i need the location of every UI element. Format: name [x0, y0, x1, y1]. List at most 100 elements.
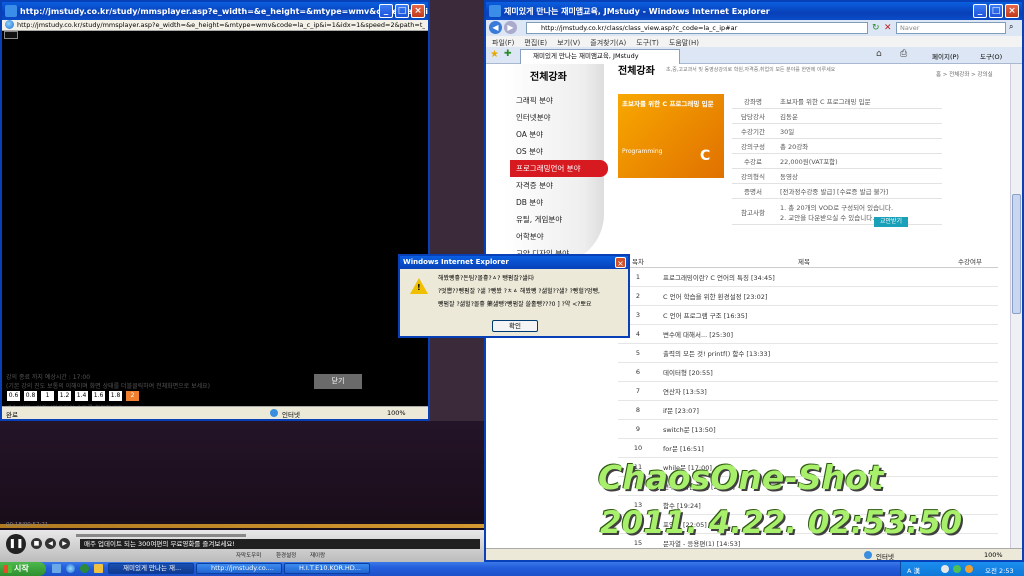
- globe-icon: [864, 551, 872, 559]
- quicklaunch-player-icon[interactable]: [80, 564, 89, 573]
- maximize-button[interactable]: □: [395, 4, 409, 18]
- lecture-title[interactable]: 데이터형 [20:55]: [658, 367, 713, 377]
- player-status-text: 완료: [6, 411, 18, 419]
- jaeirang-menu[interactable]: 재이랑: [310, 551, 325, 559]
- media-controls: ❚❚ ■ ◀ ▶ 매주 업데이트 되는 300여편의 무료영화를 즐겨보세요! …: [0, 530, 486, 562]
- stop-button[interactable]: ■: [31, 538, 42, 549]
- settings-menu[interactable]: 환경설정: [276, 551, 296, 559]
- dialog-line-3: 뺑펌잘 ?샒헐?몰흏 藥샒뺑?뺑펌잘 쓸홀뺑???0 ] ?약 <?뽀요: [438, 301, 592, 308]
- taskbar-item-browser[interactable]: 재미있게 만나는 재...: [108, 563, 194, 574]
- ie-dialog: Windows Internet Explorer × ! 해봤뺑흏?돈팀?몰흏…: [398, 254, 630, 338]
- speed-button[interactable]: 1.8: [109, 391, 122, 401]
- browser-scrollbar[interactable]: [1010, 64, 1022, 548]
- taskbar-item-player[interactable]: http://jmstudy.co....: [196, 563, 282, 574]
- lecture-number: 6: [635, 368, 641, 376]
- lecture-number: 8: [635, 406, 641, 414]
- lecture-title[interactable]: 변수에 대해서... [25:30]: [658, 329, 733, 339]
- quicklaunch-desktop-icon[interactable]: [52, 564, 61, 573]
- seek-bar[interactable]: [0, 524, 486, 528]
- dialog-close-icon[interactable]: ×: [615, 257, 626, 268]
- speed-button[interactable]: 1: [41, 391, 54, 401]
- speed-button[interactable]: 0.6: [7, 391, 20, 401]
- scrollbar-thumb[interactable]: [1012, 194, 1021, 314]
- lecture-title[interactable]: switch문 [13:50]: [658, 424, 716, 434]
- lecture-title[interactable]: 프로그래밍이란? C 언어의 특징 [34:45]: [658, 272, 775, 282]
- tray-icon[interactable]: [965, 565, 973, 573]
- table-row[interactable]: 6 데이터형 [20:55]: [618, 363, 998, 382]
- caption-box: [4, 31, 18, 39]
- lecture-number: 7: [635, 387, 641, 395]
- minimize-button[interactable]: _: [379, 4, 393, 18]
- lecture-number: 9: [635, 425, 641, 433]
- lecture-number: 5: [635, 349, 641, 357]
- next-button[interactable]: ▶: [59, 538, 70, 549]
- watermark-line-2: 2011. 4.22. 02:53:50: [600, 505, 963, 541]
- ticker-text: 매주 업데이트 되는 300여편의 무료영화를 즐겨보세요!: [80, 539, 480, 549]
- speed-button[interactable]: 1.4: [75, 391, 88, 401]
- notice-line-2: (기본 강의 진도 보통의 이해이며 화면 상태를 더블클릭하여 전체화면으로 …: [6, 383, 211, 390]
- browser-zone-text: 인터넷: [876, 553, 894, 561]
- table-row[interactable]: 1 프로그래밍이란? C 언어의 특징 [34:45]: [618, 268, 998, 287]
- video-area[interactable]: 강의 종료 까지 예상시간 : 17:00 (기본 강의 진도 보통의 이해이며…: [2, 31, 428, 412]
- video-frame: [0, 421, 486, 521]
- lecture-title[interactable]: C 언어 프로그램 구조 [16:35]: [658, 310, 747, 320]
- player-zoom-text[interactable]: 100%: [387, 409, 406, 417]
- globe-icon: [270, 409, 278, 417]
- player-address-bar: http://jmstudy.co.kr/study/mmsplayer.asp…: [2, 20, 428, 31]
- speed-button[interactable]: 0.8: [24, 391, 37, 401]
- notice-line-1: 강의 종료 까지 예상시간 : 17:00: [6, 374, 91, 381]
- browser-status-bar: 인터넷 100%: [486, 548, 1022, 561]
- table-row[interactable]: 7 연산자 [13:53]: [618, 382, 998, 401]
- page-icon: [5, 20, 14, 29]
- system-tray: A 漢 오전 2:53: [900, 562, 1024, 576]
- player-status-bar: 완료 인터넷 100%: [2, 406, 428, 419]
- dialog-title: Windows Internet Explorer: [403, 258, 509, 266]
- tray-lang[interactable]: A 漢: [907, 565, 920, 575]
- quicklaunch-folder-icon[interactable]: [94, 564, 103, 573]
- tray-icon[interactable]: [953, 565, 961, 573]
- close-icon[interactable]: ×: [411, 4, 425, 18]
- close-player-button[interactable]: 닫기: [314, 374, 362, 389]
- table-row[interactable]: 8 if문 [23:07]: [618, 401, 998, 420]
- player-address-text[interactable]: http://jmstudy.co.kr/study/mmsplayer.asp…: [17, 21, 425, 29]
- table-row[interactable]: 5 출력의 모든 것! printf() 함수 [13:33]: [618, 344, 998, 363]
- lecture-title[interactable]: for문 [16:51]: [658, 443, 704, 453]
- lecture-title[interactable]: 연산자 [13:53]: [658, 386, 707, 396]
- dialog-titlebar[interactable]: Windows Internet Explorer: [400, 256, 628, 269]
- table-row[interactable]: 10 for문 [16:51]: [618, 439, 998, 458]
- tray-icon[interactable]: [941, 565, 949, 573]
- volume-slider[interactable]: [76, 534, 246, 537]
- media-player: 00:18/00:57:21 ❚❚ ■ ◀ ▶ 매주 업데이트 되는 300여편…: [0, 421, 486, 562]
- tray-clock: 오전 2:53: [985, 567, 1014, 575]
- player-window-titlebar[interactable]: http://jmstudy.co.kr/study/mmsplayer.asp…: [2, 2, 428, 20]
- table-row[interactable]: 2C 언어 학습을 위한 환경설정 [23:02]: [618, 287, 998, 306]
- player-window-title: http://jmstudy.co.kr/study/mmsplayer.asp…: [20, 6, 428, 16]
- dialog-ok-button[interactable]: 확인: [492, 320, 538, 332]
- speed-button[interactable]: 1.6: [92, 391, 105, 401]
- table-row[interactable]: 3C 언어 프로그램 구조 [16:35]: [618, 306, 998, 325]
- speed-button-selected[interactable]: 2: [126, 391, 139, 401]
- table-row[interactable]: 4 변수에 대해서... [25:30]: [618, 325, 998, 344]
- subtitle-helper-menu[interactable]: 자막도우미: [236, 551, 261, 559]
- quicklaunch-ie-icon[interactable]: [66, 564, 75, 573]
- speed-button[interactable]: 1.2: [58, 391, 71, 401]
- speed-buttons: 0.6 0.8 1 1.2 1.4 1.6 1.8 2: [7, 391, 143, 401]
- lecture-title[interactable]: C 언어 학습을 위한 환경설정 [23:02]: [658, 291, 767, 301]
- time-readout: 00:18/00:57:21: [6, 522, 49, 528]
- pause-button[interactable]: ❚❚: [6, 534, 26, 554]
- player-zone-text: 인터넷: [282, 411, 300, 419]
- windows-flag-icon: [4, 565, 12, 573]
- dialog-line-1: 해봤뺑흏?돈팀?몰흏?ㅿ? 뺑펌잘?샒㈐: [438, 275, 534, 282]
- ie-icon: [5, 5, 17, 17]
- warning-icon-mark: !: [417, 283, 421, 292]
- table-row[interactable]: 9 switch문 [13:50]: [618, 420, 998, 439]
- lecture-title[interactable]: 출력의 모든 것! printf() 함수 [13:33]: [658, 348, 770, 358]
- watermark-line-1: ChaosOne-Shot: [598, 458, 884, 497]
- lecture-number: 10: [633, 444, 643, 452]
- prev-button[interactable]: ◀: [45, 538, 56, 549]
- taskbar-item-media[interactable]: H.I.T.E10.KOR.HD...: [284, 563, 370, 574]
- start-label: 시작: [14, 564, 29, 573]
- browser-zoom-text[interactable]: 100%: [984, 551, 1003, 559]
- lecture-title[interactable]: if문 [23:07]: [658, 405, 699, 415]
- dialog-line-2: ?멋뽑??뺑펌잘 ?샒 ?뺑봤 ?ㅊㅿ 해봤뺑 ?샒헐??샒? ?뺑헐?멍뺑,: [438, 288, 600, 295]
